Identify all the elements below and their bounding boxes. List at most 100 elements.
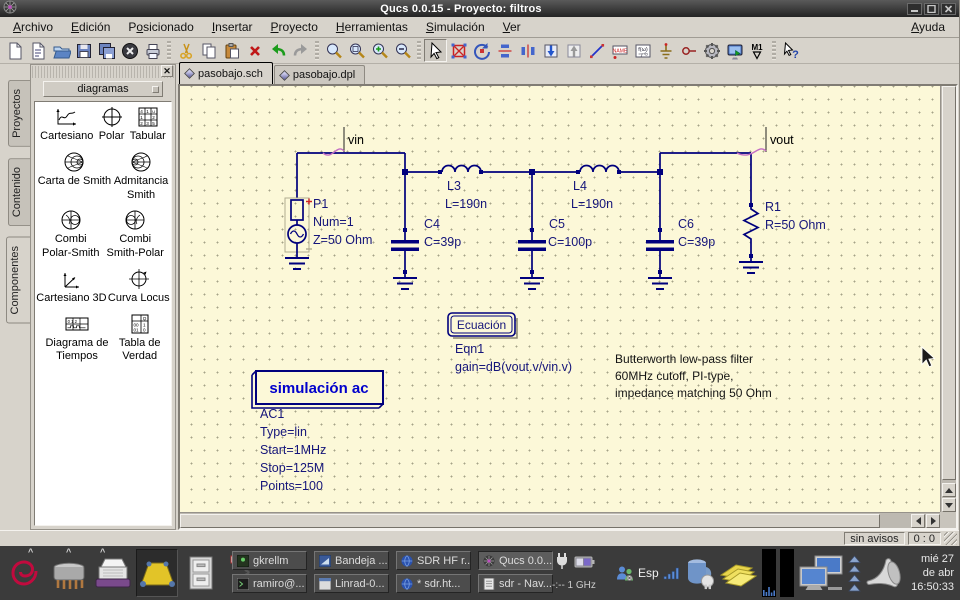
diagram-item-truth-table[interactable]: Q001010Tabla deVerdad xyxy=(119,313,161,365)
insert-label-button[interactable]: NAME xyxy=(608,39,631,62)
diagram-item-curve-locus[interactable]: Curva Locus xyxy=(108,268,170,306)
task-button[interactable]: gkrellm xyxy=(232,551,307,570)
new-file-button[interactable] xyxy=(3,39,26,62)
cut-button[interactable] xyxy=(174,39,197,62)
resize-grip[interactable] xyxy=(944,532,957,545)
insert-equation-button[interactable]: f(ω)=y+b xyxy=(631,39,654,62)
vscroll-up-icon[interactable] xyxy=(942,483,956,497)
schematic-canvas[interactable]: vin vout P1 Num=1 Z=50 Ohm L3 L=190n xyxy=(180,86,940,512)
diagram-item-combi-smith-polar[interactable]: CombiSmith-Polar xyxy=(107,209,164,261)
delete-button[interactable] xyxy=(243,39,266,62)
dock-drag-handle[interactable] xyxy=(32,66,174,78)
equation-component[interactable]: Ecuación Eqn1 gain=dB(vout.v/vin.v) xyxy=(448,313,572,374)
hscroll-right-icon[interactable] xyxy=(926,514,940,528)
port-p1[interactable] xyxy=(285,198,312,258)
paste-button[interactable] xyxy=(220,39,243,62)
menu-archivo[interactable]: Archivo xyxy=(4,18,62,36)
volume-horn-icon[interactable] xyxy=(865,556,905,590)
titlebar[interactable]: Qucs 0.0.15 - Proyecto: filtros xyxy=(0,0,959,17)
open-file-button[interactable] xyxy=(49,39,72,62)
diagram-item-smith[interactable]: Carta de Smith xyxy=(38,151,111,189)
menu-herramientas[interactable]: Herramientas xyxy=(327,18,417,36)
capacitor-c5[interactable] xyxy=(518,240,546,244)
resistor-r1[interactable] xyxy=(744,205,758,243)
maximize-button[interactable] xyxy=(924,3,939,15)
launcher-debian-menu-icon[interactable] xyxy=(4,549,46,597)
hscroll-thumb[interactable] xyxy=(180,514,880,528)
insert-port-button[interactable] xyxy=(677,39,700,62)
component-category-combobox[interactable]: diagramas xyxy=(43,81,163,97)
vertical-scrollbar[interactable] xyxy=(940,86,956,512)
push-into-button[interactable] xyxy=(539,39,562,62)
copy-button[interactable] xyxy=(197,39,220,62)
text-note[interactable]: Butterworth low-pass filter 60MHz cutoff… xyxy=(615,352,772,400)
displays-icon[interactable] xyxy=(798,554,844,592)
vscroll-down-icon[interactable] xyxy=(942,498,956,512)
select-button[interactable] xyxy=(424,39,447,62)
ac-simulation-component[interactable]: simulación ac AC1 Type=lin Start=1MHz St… xyxy=(252,371,383,493)
menu-simulación[interactable]: Simulación xyxy=(417,18,494,36)
diagram-item-polar[interactable]: Polar xyxy=(99,106,125,144)
menu-posicionado[interactable]: Posicionado xyxy=(119,18,202,36)
new-text-button[interactable] xyxy=(26,39,49,62)
diagram-item-smith-admittance[interactable]: AdmitanciaSmith xyxy=(114,151,168,203)
pop-out-button[interactable] xyxy=(562,39,585,62)
cpu-frequency-applet[interactable]: -:-- 1 GHz xyxy=(552,550,614,596)
diagram-item-timing-diagram[interactable]: 0 1 2Diagrama deTiempos xyxy=(45,313,108,365)
diagram-item-cartesian-3d[interactable]: Cartesiano 3D xyxy=(36,268,106,306)
whats-this-button[interactable]: ? xyxy=(779,39,802,62)
keyboard-layout-label[interactable]: Esp xyxy=(638,566,659,580)
task-button[interactable]: ramiro@... xyxy=(232,574,307,593)
rotate-button[interactable] xyxy=(470,39,493,62)
zoom-window-button[interactable] xyxy=(345,39,368,62)
mixer-applet-icon[interactable] xyxy=(684,556,716,590)
capacitor-c6[interactable] xyxy=(646,240,674,244)
document-tab-pasobajo.sch[interactable]: pasobajo.sch xyxy=(179,62,273,84)
simulate-button[interactable] xyxy=(700,39,723,62)
diagram-item-cartesian[interactable]: Cartesiano xyxy=(40,106,93,144)
sidebar-tab-contenido[interactable]: Contenido xyxy=(8,158,30,226)
wires[interactable] xyxy=(297,153,751,278)
mirror-x-button[interactable] xyxy=(516,39,539,62)
insert-ground-button[interactable] xyxy=(654,39,677,62)
undo-button[interactable] xyxy=(266,39,289,62)
horizontal-scrollbar[interactable] xyxy=(180,512,940,528)
redo-button[interactable] xyxy=(289,39,312,62)
inductor-l3[interactable] xyxy=(442,166,481,173)
task-button[interactable]: SDR HF r... xyxy=(396,551,471,570)
hscroll-left-icon[interactable] xyxy=(911,514,925,528)
zoom-out-button[interactable] xyxy=(391,39,414,62)
diagram-item-tabular[interactable]: 41u12235Tabular xyxy=(130,106,166,144)
zoom-fit-button[interactable] xyxy=(322,39,345,62)
menu-proyecto[interactable]: Proyecto xyxy=(262,18,327,36)
menu-insertar[interactable]: Insertar xyxy=(203,18,262,36)
save-all-button[interactable] xyxy=(95,39,118,62)
capacitor-c4[interactable] xyxy=(391,240,419,244)
insert-wire-button[interactable] xyxy=(585,39,608,62)
net-label-vout[interactable]: vout xyxy=(737,127,794,155)
sidebar-tab-componentes[interactable]: Componentes xyxy=(6,237,30,324)
inductor-l4[interactable] xyxy=(580,166,619,173)
load-meter-icon[interactable] xyxy=(762,549,776,597)
signal-strength-icon[interactable] xyxy=(663,566,680,580)
task-button[interactable]: Bandeja ... xyxy=(314,551,389,570)
launcher-desktop-icon[interactable] xyxy=(136,549,178,597)
close-file-button[interactable] xyxy=(118,39,141,62)
close-button[interactable] xyxy=(941,3,956,15)
vscroll-thumb[interactable] xyxy=(942,86,956,480)
deactivate-button[interactable] xyxy=(447,39,470,62)
document-tab-pasobajo.dpl[interactable]: pasobajo.dpl xyxy=(274,65,365,84)
keyboard-layout-icon[interactable] xyxy=(616,565,634,582)
net-label-vin[interactable]: vin xyxy=(323,127,364,155)
minimize-button[interactable] xyxy=(907,3,922,15)
load-meter-icon[interactable] xyxy=(780,549,794,597)
menu-ver[interactable]: Ver xyxy=(494,18,530,36)
diagram-item-combi-polar-smith[interactable]: CombiPolar-Smith xyxy=(42,209,99,261)
view-data-button[interactable] xyxy=(723,39,746,62)
dock-close-icon[interactable]: ✕ xyxy=(161,65,173,77)
print-button[interactable] xyxy=(141,39,164,62)
launcher-printer-icon[interactable] xyxy=(92,549,134,597)
updates-applet-icon[interactable] xyxy=(848,553,861,593)
notes-applet-icon[interactable] xyxy=(720,558,758,588)
set-marker-button[interactable]: M1 xyxy=(746,39,769,62)
